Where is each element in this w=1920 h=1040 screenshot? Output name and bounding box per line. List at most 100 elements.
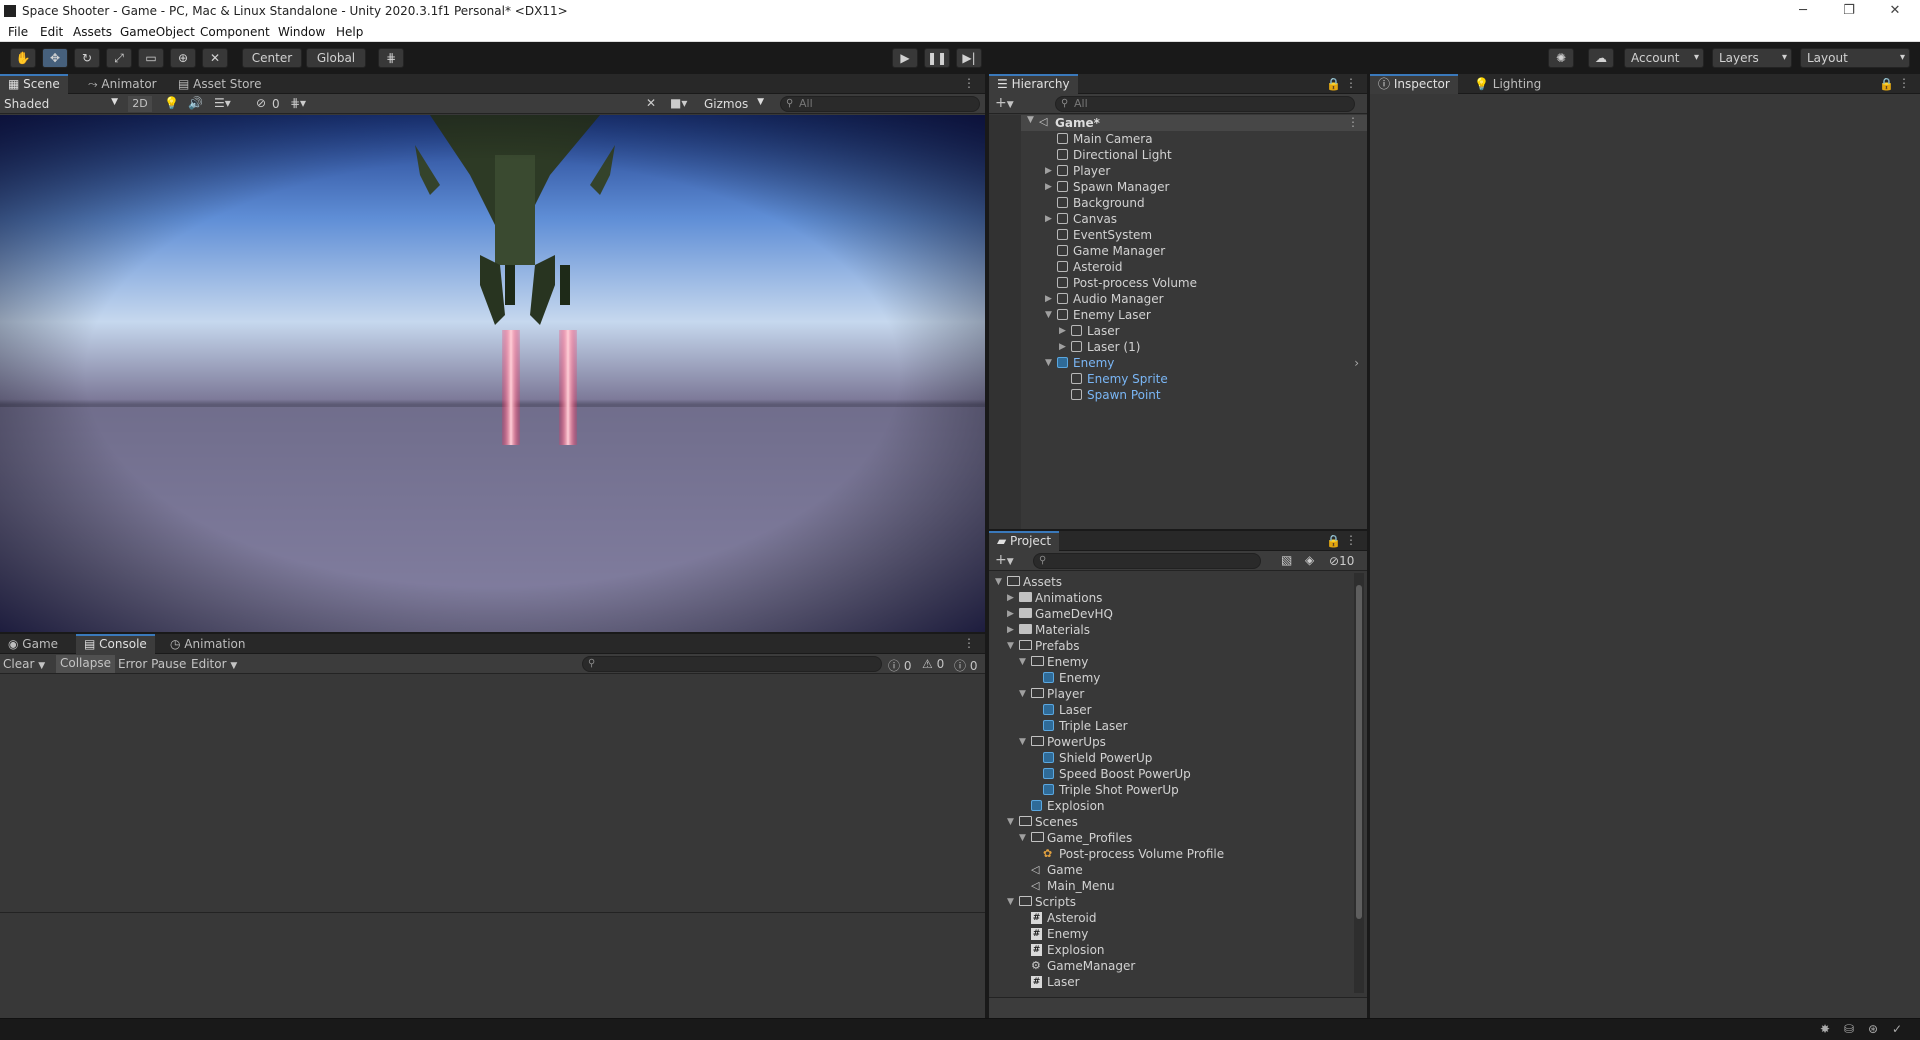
project-item[interactable]: # Explosion: [989, 942, 1353, 958]
project-item[interactable]: ▼ Scripts: [989, 894, 1353, 910]
scene-search-input[interactable]: All: [780, 96, 980, 112]
project-item[interactable]: ▼ Scenes: [989, 814, 1353, 830]
tab-asset-store[interactable]: ▤ Asset Store: [170, 74, 270, 94]
hierarchy-item[interactable]: ▼ Enemy Laser: [1021, 307, 1367, 323]
shading-mode-dropdown[interactable]: Shaded ▼: [4, 97, 120, 111]
filter-by-type-icon[interactable]: ▧: [1281, 553, 1292, 567]
collapsed-arrow-icon[interactable]: ▶: [1045, 211, 1052, 227]
collapsed-arrow-icon[interactable]: ▶: [1059, 323, 1066, 339]
tools-icon[interactable]: ✕: [646, 96, 656, 110]
project-kebab-icon[interactable]: ⋮: [1345, 533, 1357, 547]
collapsed-arrow-icon[interactable]: ▶: [1059, 339, 1066, 355]
hierarchy-search-input[interactable]: All: [1055, 96, 1355, 112]
pivot-center-button[interactable]: Center: [242, 48, 302, 68]
scene-kebab-icon[interactable]: ⋮: [1347, 115, 1359, 129]
hierarchy-item[interactable]: ▶ Audio Manager: [1021, 291, 1367, 307]
expanded-arrow-icon[interactable]: ▼: [1019, 654, 1026, 670]
tab-scene[interactable]: ▦ Scene: [0, 74, 68, 94]
hand-tool-icon[interactable]: ✋: [10, 48, 36, 68]
project-item[interactable]: Speed Boost PowerUp: [989, 766, 1353, 782]
expanded-arrow-icon[interactable]: ▼: [1045, 355, 1052, 371]
grid-toggle-icon[interactable]: ⋕▾: [290, 96, 306, 110]
collapsed-arrow-icon[interactable]: ▶: [1045, 291, 1052, 307]
console-kebab-icon[interactable]: ⋮: [963, 636, 975, 650]
expanded-arrow-icon[interactable]: ▼: [1019, 734, 1026, 750]
hierarchy-item[interactable]: ▼ Enemy ›: [1021, 355, 1367, 371]
filter-by-label-icon[interactable]: ◈: [1305, 553, 1314, 567]
create-add-icon[interactable]: +▼: [995, 95, 1014, 111]
hierarchy-item[interactable]: Main Camera: [1021, 131, 1367, 147]
project-item[interactable]: ⚙ GameManager: [989, 958, 1353, 974]
hierarchy-item[interactable]: Directional Light: [1021, 147, 1367, 163]
hierarchy-item[interactable]: EventSystem: [1021, 227, 1367, 243]
project-item[interactable]: Laser: [989, 702, 1353, 718]
project-item[interactable]: Triple Laser: [989, 718, 1353, 734]
rect-tool-icon[interactable]: ▭: [138, 48, 164, 68]
menu-assets[interactable]: Assets: [73, 25, 112, 39]
prefab-open-icon[interactable]: ›: [1354, 355, 1359, 371]
mode-2d-toggle[interactable]: 2D: [128, 96, 152, 112]
tab-project[interactable]: ▰ Project: [989, 531, 1060, 551]
hierarchy-item[interactable]: ▶ Laser (1): [1021, 339, 1367, 355]
lock-icon[interactable]: 🔒: [1326, 77, 1341, 91]
project-item[interactable]: ▼ PowerUps: [989, 734, 1353, 750]
restore-icon[interactable]: ❐: [1826, 0, 1872, 22]
project-item[interactable]: #MainMenu: [989, 990, 1353, 992]
project-scroll-thumb[interactable]: [1356, 585, 1362, 919]
tab-animation[interactable]: ◷ Animation: [162, 634, 253, 654]
collapsed-arrow-icon[interactable]: ▶: [1045, 179, 1052, 195]
project-item[interactable]: # Asteroid: [989, 910, 1353, 926]
kebab-menu-icon[interactable]: ⋮: [963, 76, 975, 90]
step-icon[interactable]: ▶|: [956, 48, 982, 68]
tab-lighting[interactable]: 💡 Lighting: [1466, 74, 1549, 94]
gizmos-dropdown[interactable]: Gizmos ▼: [704, 97, 768, 111]
hidden-objects-icon[interactable]: ⊘: [256, 96, 266, 110]
tab-inspector[interactable]: ⓘ Inspector: [1370, 74, 1458, 94]
error-filter-button[interactable]: ⓘ 0: [954, 657, 977, 674]
hierarchy-item[interactable]: ▶ Canvas: [1021, 211, 1367, 227]
project-item[interactable]: Shield PowerUp: [989, 750, 1353, 766]
inspector-lock-icon[interactable]: 🔒: [1879, 77, 1894, 91]
expanded-arrow-icon[interactable]: ▼: [1019, 830, 1026, 846]
hierarchy-item[interactable]: Background: [1021, 195, 1367, 211]
log-filter-button[interactable]: ⓘ 0: [888, 657, 911, 674]
hierarchy-item[interactable]: Enemy Sprite: [1021, 371, 1367, 387]
project-item[interactable]: ▼ Assets: [989, 574, 1353, 590]
collab-icon[interactable]: ✺: [1548, 48, 1574, 68]
menu-gameobject[interactable]: GameObject: [120, 25, 195, 39]
inspector-kebab-icon[interactable]: ⋮: [1898, 76, 1910, 90]
lighting-toggle-icon[interactable]: 💡: [164, 96, 179, 110]
rotate-tool-icon[interactable]: ↻: [74, 48, 100, 68]
collapsed-arrow-icon[interactable]: ▶: [1007, 622, 1014, 638]
project-item[interactable]: ▼ Prefabs: [989, 638, 1353, 654]
scene-viewport[interactable]: [0, 115, 985, 632]
project-search-input[interactable]: [1033, 553, 1261, 569]
project-item[interactable]: ▶ Animations: [989, 590, 1353, 606]
collapsed-arrow-icon[interactable]: ▶: [1007, 606, 1014, 622]
project-item[interactable]: ▼ Player: [989, 686, 1353, 702]
scene-header-row[interactable]: ▼ ◁ Game* ⋮: [1021, 115, 1367, 131]
expanded-arrow-icon[interactable]: ▼: [995, 574, 1002, 590]
expanded-arrow-icon[interactable]: ▼: [1045, 307, 1052, 323]
pause-icon[interactable]: ❚❚: [924, 48, 950, 68]
layers-dropdown[interactable]: Layers: [1712, 48, 1792, 68]
network-icon[interactable]: ⊛: [1868, 1022, 1878, 1036]
minimize-icon[interactable]: ─: [1780, 0, 1826, 22]
hierarchy-item[interactable]: Spawn Point: [1021, 387, 1367, 403]
hierarchy-item[interactable]: ▶ Spawn Manager: [1021, 179, 1367, 195]
project-scrollbar[interactable]: [1354, 573, 1364, 993]
pivot-global-button[interactable]: Global: [306, 48, 366, 68]
collapsed-arrow-icon[interactable]: ▶: [1007, 590, 1014, 606]
effects-toggle-icon[interactable]: ☰▾: [214, 96, 231, 110]
play-icon[interactable]: ▶: [892, 48, 918, 68]
project-item[interactable]: ▶ Materials: [989, 622, 1353, 638]
project-item[interactable]: Enemy: [989, 670, 1353, 686]
project-item[interactable]: # Enemy: [989, 926, 1353, 942]
account-dropdown[interactable]: Account: [1624, 48, 1704, 68]
project-item[interactable]: Explosion: [989, 798, 1353, 814]
layout-dropdown[interactable]: Layout: [1800, 48, 1910, 68]
hierarchy-kebab-icon[interactable]: ⋮: [1345, 76, 1357, 90]
project-item[interactable]: ◁ Main_Menu: [989, 878, 1353, 894]
cache-icon[interactable]: ⛁: [1844, 1022, 1854, 1036]
scale-tool-icon[interactable]: ⤢: [106, 48, 132, 68]
